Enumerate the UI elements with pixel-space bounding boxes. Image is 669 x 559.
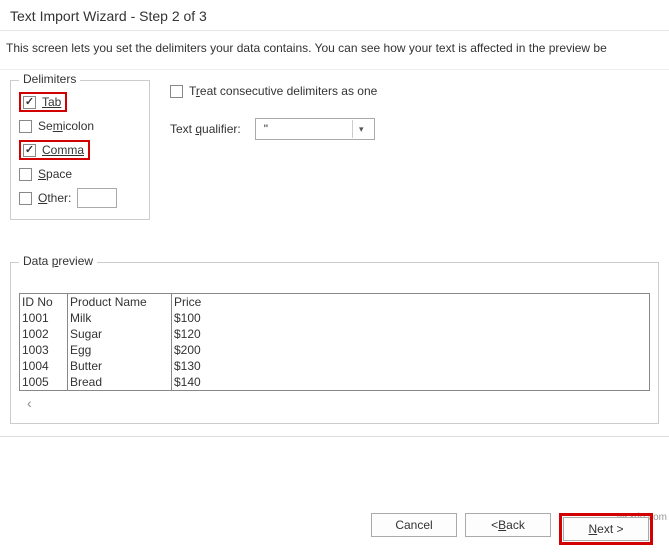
table-row: 1004 Butter $130	[20, 358, 649, 374]
tab-checkbox[interactable]	[23, 96, 36, 109]
comma-checkbox[interactable]	[23, 144, 36, 157]
semicolon-checkbox[interactable]	[19, 120, 32, 133]
other-input[interactable]	[77, 188, 117, 208]
table-row: 1002 Sugar $120	[20, 326, 649, 342]
text-qualifier-label: Text qualifier:	[170, 122, 241, 136]
chevron-down-icon: ▾	[352, 120, 370, 138]
space-checkbox[interactable]	[19, 168, 32, 181]
table-row: 1001 Milk $100	[20, 310, 649, 326]
text-qualifier-dropdown[interactable]: " ▾	[255, 118, 375, 140]
wizard-description: This screen lets you set the delimiters …	[0, 31, 669, 70]
text-qualifier-value: "	[264, 122, 268, 136]
back-button[interactable]: < Back	[465, 513, 551, 537]
delimiters-legend: Delimiters	[19, 72, 80, 86]
cancel-button[interactable]: Cancel	[371, 513, 457, 537]
comma-label: Comma	[42, 143, 84, 157]
table-header: ID No Product Name Price	[20, 294, 649, 310]
window-title: Text Import Wizard - Step 2 of 3	[0, 0, 669, 31]
other-label: Other:	[38, 191, 71, 205]
col-header-id: ID No	[20, 294, 68, 310]
other-checkbox[interactable]	[19, 192, 32, 205]
col-header-name: Product Name	[68, 294, 172, 310]
delimiters-group: Delimiters Tab Semicolon Comma Spac	[10, 80, 150, 220]
next-button[interactable]: Next >	[563, 517, 649, 541]
semicolon-label: Semicolon	[38, 119, 94, 133]
table-row: 1003 Egg $200	[20, 342, 649, 358]
treat-consecutive-checkbox[interactable]	[170, 85, 183, 98]
preview-table: ID No Product Name Price 1001 Milk $100 …	[19, 293, 650, 391]
col-header-price: Price	[172, 294, 642, 310]
space-label: Space	[38, 167, 72, 181]
data-preview-legend: Data preview	[19, 254, 97, 268]
tab-label: Tab	[42, 95, 61, 109]
scroll-left-icon[interactable]: ‹	[19, 391, 650, 415]
wizard-buttons: Cancel < Back Next >	[371, 505, 661, 553]
divider	[0, 436, 669, 437]
treat-consecutive-label: Treat consecutive delimiters as one	[189, 84, 377, 98]
table-row: 1005 Bread $140	[20, 374, 649, 390]
data-preview-group: Data preview ID No Product Name Price 10…	[10, 262, 659, 424]
